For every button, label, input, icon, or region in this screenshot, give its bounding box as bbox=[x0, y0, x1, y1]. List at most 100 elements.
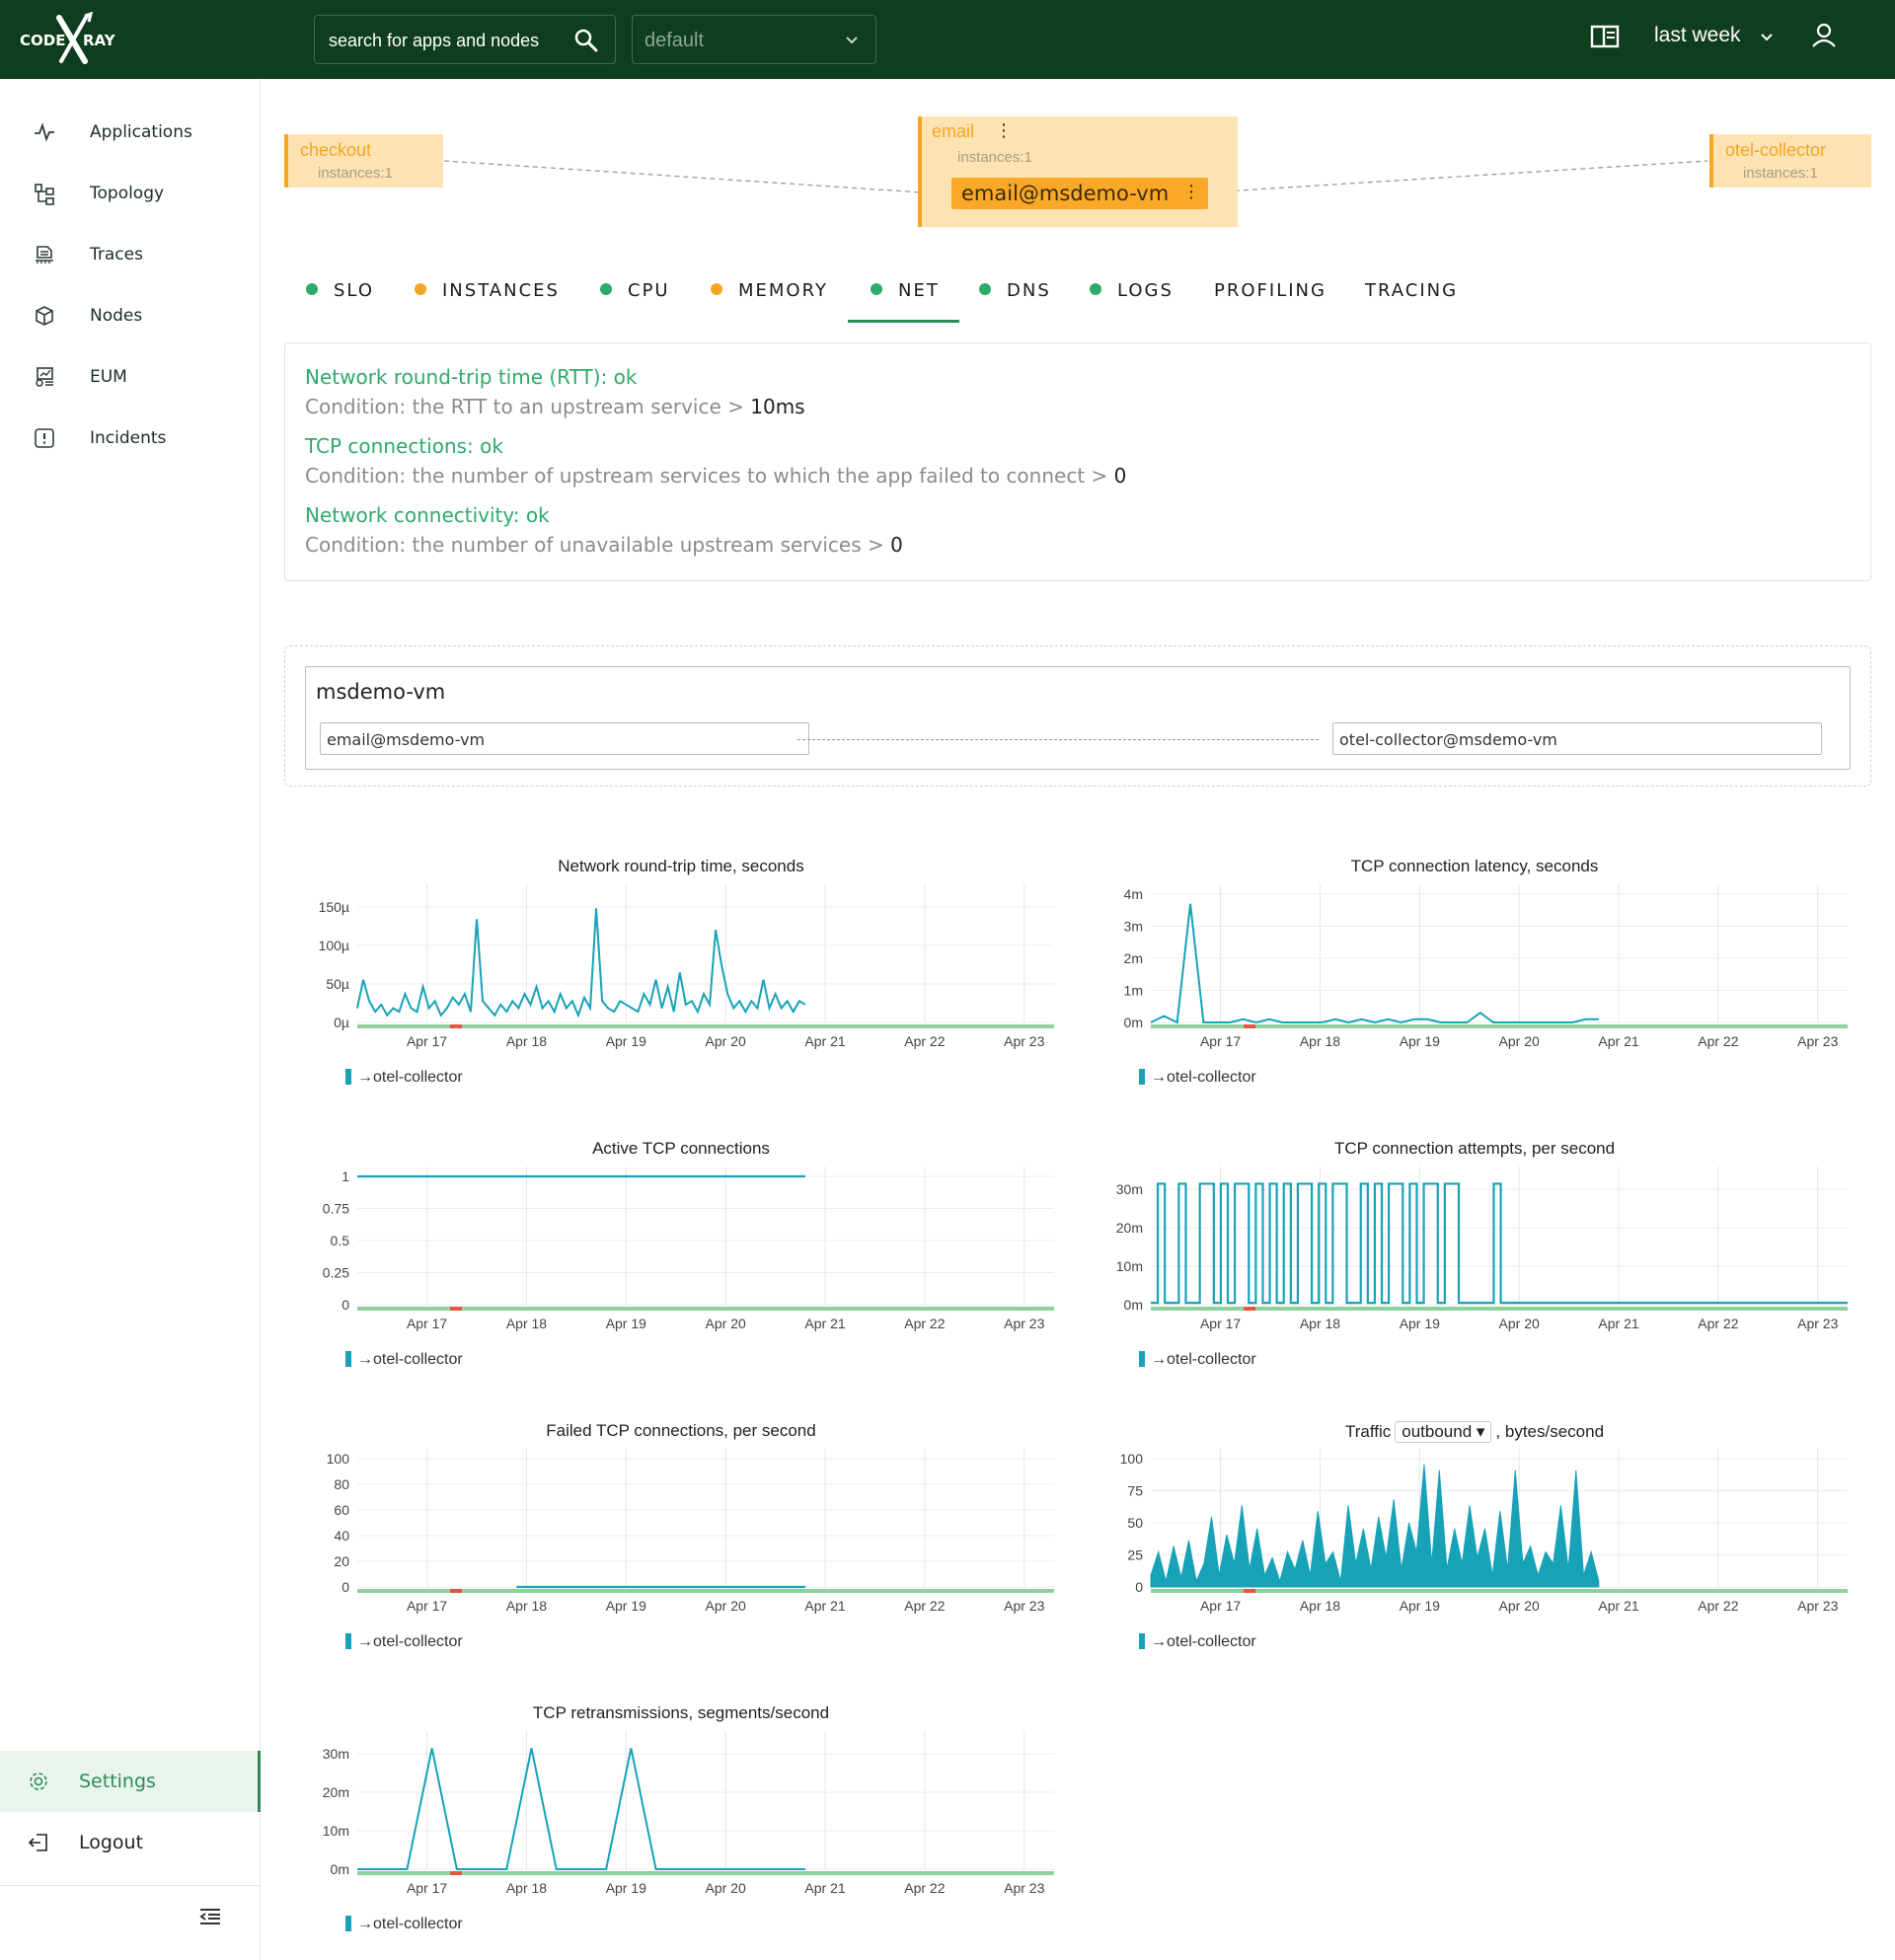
series-line bbox=[356, 908, 806, 1018]
sidebar-item-label: Traces bbox=[90, 245, 143, 264]
map-node-email[interactable]: email ⋮ instances:1 bbox=[918, 116, 1238, 227]
sidebar-item-logout[interactable]: Logout bbox=[0, 1812, 261, 1873]
sidebar-item-eum[interactable]: EUM bbox=[0, 353, 261, 401]
active-tab-indicator bbox=[848, 320, 959, 323]
chart-legend[interactable]: →otel-collector bbox=[345, 1916, 463, 1933]
x-tick-label: Apr 23 bbox=[1004, 1316, 1044, 1331]
x-tick-label: Apr 22 bbox=[1698, 1598, 1738, 1614]
chart-legend[interactable]: →otel-collector bbox=[1139, 1633, 1256, 1651]
tab-logs[interactable]: LOGS bbox=[1090, 280, 1174, 308]
y-tick-label: 10m bbox=[1116, 1258, 1143, 1274]
tab-label: SLO bbox=[334, 280, 374, 301]
tab-instances[interactable]: INSTANCES bbox=[415, 280, 560, 308]
chart-tcp-latency: TCP connection latency, seconds Apr 17 Ap… bbox=[1099, 857, 1850, 1123]
x-tick-label: Apr 17 bbox=[1200, 1598, 1241, 1614]
y-tick-label: 0m bbox=[331, 1861, 349, 1877]
tab-net[interactable]: NET bbox=[871, 280, 940, 308]
check-threshold[interactable]: 0 bbox=[1114, 464, 1127, 488]
map-node-otel-collector[interactable]: otel-collector instances:1 bbox=[1709, 134, 1871, 188]
check-threshold[interactable]: 10ms bbox=[750, 395, 804, 418]
y-tick-label: 25 bbox=[1127, 1547, 1143, 1563]
collapse-menu-icon[interactable] bbox=[198, 1907, 222, 1926]
tab-label: TRACING bbox=[1365, 280, 1459, 301]
y-tick-label: 2m bbox=[1124, 950, 1143, 966]
tab-tracing[interactable]: TRACING bbox=[1365, 280, 1458, 308]
instance-link bbox=[797, 739, 1319, 740]
x-tick-label: Apr 23 bbox=[1004, 1033, 1044, 1049]
instance-box-otel-collector[interactable]: otel-collector@msdemo-vm bbox=[1332, 722, 1822, 755]
status-dot bbox=[306, 283, 318, 295]
tab-dns[interactable]: DNS bbox=[979, 280, 1051, 308]
tab-cpu[interactable]: CPU bbox=[600, 280, 670, 308]
instance-name: otel-collector@msdemo-vm bbox=[1339, 730, 1557, 749]
instance-node[interactable]: email@msdemo-vm ⋮ bbox=[951, 178, 1208, 209]
y-tick-label: 100µ bbox=[319, 938, 349, 953]
chart-legend[interactable]: →otel-collector bbox=[1139, 1351, 1256, 1369]
more-menu-icon[interactable]: ⋮ bbox=[995, 120, 1013, 141]
x-tick-label: Apr 21 bbox=[1598, 1033, 1638, 1049]
checks-panel: Network round-trip time (RTT): ok Condit… bbox=[284, 342, 1871, 581]
x-tick-label: Apr 20 bbox=[706, 1033, 746, 1049]
chart-legend[interactable]: →otel-collector bbox=[1139, 1069, 1256, 1087]
tab-label: INSTANCES bbox=[442, 280, 560, 301]
y-tick-label: 4m bbox=[1124, 886, 1143, 902]
x-tick-label: Apr 17 bbox=[407, 1598, 447, 1614]
legend-swatch bbox=[345, 1633, 351, 1649]
y-tick-label: 0m bbox=[1124, 1297, 1143, 1313]
check-title[interactable]: TCP connections: ok bbox=[305, 434, 503, 458]
instance-box-email[interactable]: email@msdemo-vm bbox=[320, 722, 809, 755]
sidebar-item-settings[interactable]: Settings bbox=[0, 1751, 261, 1812]
status-dot bbox=[1090, 283, 1101, 295]
tab-slo[interactable]: SLO bbox=[306, 280, 374, 308]
x-tick-label: Apr 19 bbox=[1400, 1033, 1440, 1049]
x-tick-label: Apr 17 bbox=[407, 1316, 447, 1331]
chart-legend[interactable]: →otel-collector bbox=[345, 1633, 463, 1651]
gear-icon bbox=[30, 1772, 47, 1790]
x-tick-label: Apr 20 bbox=[1499, 1316, 1540, 1331]
sidebar-item-label: EUM bbox=[90, 367, 127, 387]
status-dot bbox=[979, 283, 991, 295]
y-tick-label: 100 bbox=[327, 1451, 350, 1467]
y-tick-label: 0µ bbox=[334, 1015, 349, 1030]
x-tick-label: Apr 17 bbox=[1200, 1316, 1241, 1331]
tab-profiling[interactable]: PROFILING bbox=[1214, 280, 1326, 308]
y-tick-label: 150µ bbox=[319, 899, 349, 915]
series-line bbox=[1151, 1182, 1848, 1305]
more-menu-icon[interactable]: ⋮ bbox=[1182, 182, 1200, 202]
tab-memory[interactable]: MEMORY bbox=[711, 280, 828, 308]
sidebar-divider bbox=[0, 1885, 261, 1886]
x-tick-label: Apr 17 bbox=[1200, 1033, 1241, 1049]
check-title[interactable]: Network connectivity: ok bbox=[305, 503, 550, 527]
x-tick-label: Apr 18 bbox=[1300, 1598, 1340, 1614]
x-tick-label: Apr 18 bbox=[506, 1598, 547, 1614]
tab-label: NET bbox=[898, 280, 940, 301]
node-name[interactable]: msdemo-vm bbox=[316, 680, 445, 704]
cube-icon bbox=[36, 306, 53, 326]
legend-label: →otel-collector bbox=[1151, 1069, 1256, 1086]
check-title[interactable]: Network round-trip time (RTT): ok bbox=[305, 365, 637, 389]
alert-icon bbox=[35, 428, 54, 448]
x-tick-label: Apr 21 bbox=[804, 1880, 845, 1896]
map-node-name: email bbox=[932, 121, 975, 141]
legend-swatch bbox=[345, 1069, 351, 1085]
status-dot bbox=[415, 283, 426, 295]
map-node-checkout[interactable]: checkout instances:1 bbox=[284, 134, 443, 188]
x-tick-label: Apr 18 bbox=[506, 1316, 547, 1331]
x-tick-label: Apr 23 bbox=[1797, 1033, 1838, 1049]
chart-plot: Apr 17 Apr 18 Apr 19 Apr 20 Apr 21 Apr 22 Apr … bbox=[1116, 1167, 1848, 1331]
sidebar-item-traces[interactable]: Traces bbox=[0, 231, 261, 278]
eum-icon bbox=[36, 367, 53, 387]
check-threshold[interactable]: 0 bbox=[890, 533, 903, 557]
legend-label: →otel-collector bbox=[357, 1351, 463, 1368]
legend-swatch bbox=[1139, 1351, 1145, 1367]
chart-legend[interactable]: →otel-collector bbox=[345, 1069, 463, 1087]
status-dot bbox=[600, 283, 612, 295]
x-tick-label: Apr 20 bbox=[1499, 1598, 1540, 1614]
chart-legend[interactable]: →otel-collector bbox=[345, 1351, 463, 1369]
sidebar-item-nodes[interactable]: Nodes bbox=[0, 292, 261, 339]
x-tick-label: Apr 23 bbox=[1797, 1316, 1838, 1331]
sidebar-item-incidents[interactable]: Incidents bbox=[0, 415, 261, 462]
x-tick-label: Apr 20 bbox=[706, 1598, 746, 1614]
status-dot bbox=[711, 283, 722, 295]
instance-name: email@msdemo-vm bbox=[327, 730, 486, 749]
